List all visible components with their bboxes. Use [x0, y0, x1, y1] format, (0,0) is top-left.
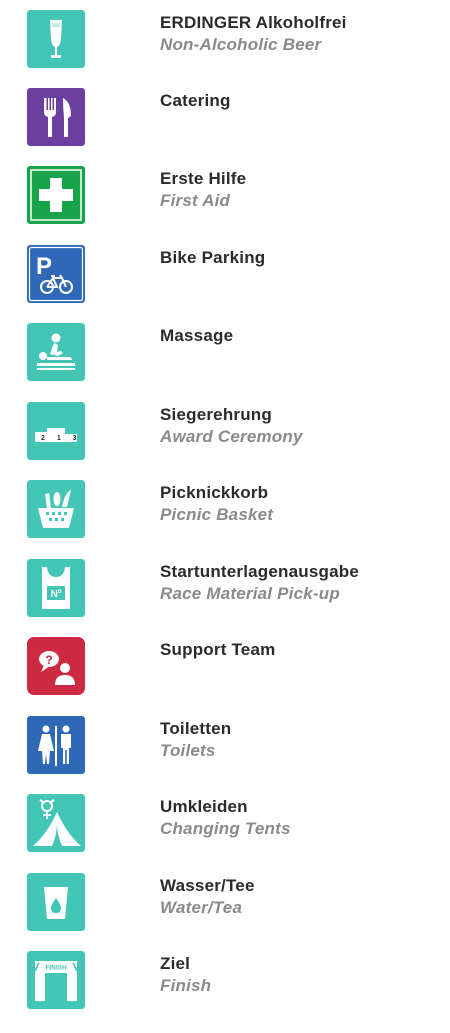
water-cup-icon — [27, 873, 85, 931]
list-item-water-tea: Wasser/Tee Water/Tea — [0, 873, 450, 933]
toilets-icon — [27, 716, 85, 774]
finish-arch-icon: FINISH — [27, 951, 85, 1009]
bike-parking-icon: P — [27, 245, 85, 303]
list-item-erdinger: ERDINGER Alkoholfrei Non-Alcoholic Beer — [0, 10, 450, 70]
item-title: Catering — [160, 91, 231, 110]
list-item-changing-tents: Umkleiden Changing Tents — [0, 794, 450, 854]
item-title: Umkleiden — [160, 797, 248, 816]
item-subtitle: Non-Alcoholic Beer — [160, 35, 322, 54]
item-subtitle: Race Material Pick-up — [160, 584, 340, 603]
item-title: Siegerehrung — [160, 405, 272, 424]
list-item-massage: Massage — [0, 323, 450, 383]
list-item-support-team: ? Support Team — [0, 637, 450, 697]
list-item-toilets: Toiletten Toilets — [0, 716, 450, 776]
list-item-catering: Catering — [0, 88, 450, 148]
first-aid-cross-icon — [27, 166, 85, 224]
picnic-basket-icon — [27, 480, 85, 538]
podium-place-labels: 2 1 3 — [41, 435, 82, 442]
item-title: Wasser/Tee — [160, 876, 255, 895]
item-title: Ziel — [160, 954, 191, 973]
item-subtitle: Picnic Basket — [160, 505, 274, 524]
item-title: Toiletten — [160, 719, 232, 738]
finish-banner-label: FINISH — [45, 965, 67, 972]
question-mark-label: ? — [45, 653, 52, 667]
item-title: Startunterlagenausgabe — [160, 562, 360, 581]
beer-glass-icon — [27, 10, 85, 68]
item-subtitle: First Aid — [160, 191, 231, 210]
list-item-award-ceremony: 2 1 3 Siegerehrung Award Ceremony — [0, 402, 450, 462]
changing-tent-icon — [27, 794, 85, 852]
list-item-bike-parking: P Bike Parking — [0, 245, 450, 305]
podium-icon: 2 1 3 — [27, 402, 85, 460]
support-team-icon: ? — [27, 637, 85, 695]
item-title: ERDINGER Alkoholfrei — [160, 13, 347, 32]
item-subtitle: Toilets — [160, 741, 216, 760]
item-subtitle: Water/Tea — [160, 898, 243, 917]
item-subtitle: Finish — [160, 976, 212, 995]
legend-list: ERDINGER Alkoholfrei Non-Alcoholic Beer … — [0, 0, 450, 1033]
bib-number-label: Nº — [51, 589, 62, 600]
item-subtitle: Award Ceremony — [160, 427, 303, 446]
item-title: Massage — [160, 326, 234, 345]
list-item-finish: FINISH Ziel Finish — [0, 951, 450, 1011]
item-title: Erste Hilfe — [160, 169, 247, 188]
race-bib-icon: Nº — [27, 559, 85, 617]
item-title: Picknickkorb — [160, 483, 269, 502]
item-title: Bike Parking — [160, 248, 266, 267]
list-item-picnic-basket: Picknickkorb Picnic Basket — [0, 480, 450, 540]
massage-icon — [27, 323, 85, 381]
svg-text:P: P — [36, 253, 52, 280]
fork-knife-icon — [27, 88, 85, 146]
list-item-race-material: Nº Startunterlagenausgabe Race Material … — [0, 559, 450, 619]
item-title: Support Team — [160, 640, 276, 659]
item-subtitle: Changing Tents — [160, 819, 291, 838]
list-item-first-aid: Erste Hilfe First Aid — [0, 166, 450, 226]
